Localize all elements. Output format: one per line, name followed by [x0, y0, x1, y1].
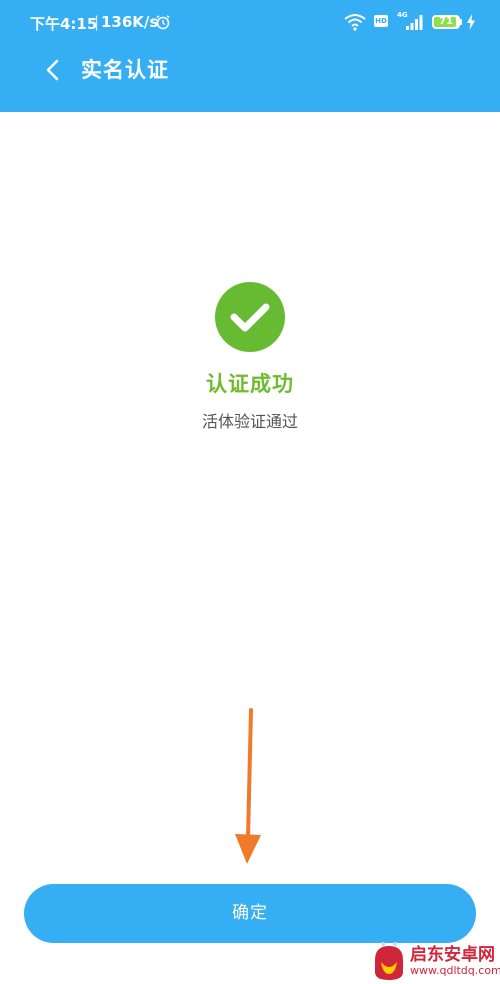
watermark: 启东安卓网 www.qdltdq.com — [372, 932, 500, 984]
watermark-url: www.qdltdq.com — [410, 964, 500, 977]
back-button[interactable] — [34, 52, 70, 88]
chevron-left-icon — [46, 59, 59, 81]
battery-percentage: 71 — [439, 16, 453, 27]
watermark-name: 启东安卓网 — [410, 945, 495, 965]
page-title: 实名认证 — [81, 58, 169, 82]
result-title: 认证成功 — [206, 372, 294, 396]
result-subtitle: 活体验证通过 — [201, 412, 298, 431]
battery-cap — [460, 19, 462, 25]
status-separator: | — [94, 13, 100, 31]
wifi-icon — [344, 14, 366, 31]
status-time: 下午4:15 — [30, 15, 98, 33]
check-circle-icon — [215, 282, 285, 352]
watermark-logo-icon — [375, 942, 403, 980]
hd-icon: HD — [374, 15, 388, 27]
alarm-icon — [156, 15, 170, 30]
arrow-down-icon — [235, 708, 261, 864]
signal-icon — [406, 15, 423, 30]
network-speed: 136K/s — [101, 13, 159, 31]
battery-icon: 71 — [432, 15, 460, 29]
charging-bolt-icon — [467, 14, 475, 30]
status-bar: 下午4:15 | 136K/s HD 4G 71 — [0, 0, 500, 44]
app-header: 下午4:15 | 136K/s HD 4G 71 实名认证 — [0, 0, 500, 112]
